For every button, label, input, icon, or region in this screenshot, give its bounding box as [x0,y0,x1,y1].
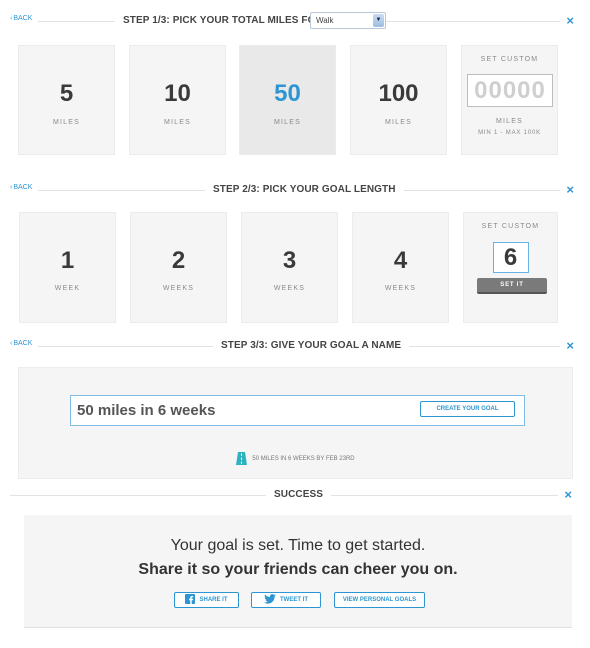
length-option-2[interactable]: 2 WEEKS [130,212,227,323]
miles-option-5[interactable]: 5 MILES [18,45,115,155]
view-personal-goals-button[interactable]: VIEW PERSONAL GOALS [334,592,425,608]
custom-range-hint: MIN 1 - MAX 100K [478,130,541,136]
option-value: 1 [60,247,75,274]
length-option-4[interactable]: 4 WEEKS [352,212,449,323]
custom-unit: MILES [495,118,523,125]
custom-miles-card: SET CUSTOM 00000 MILES MIN 1 - MAX 100K [461,45,558,155]
option-value: 3 [282,247,297,274]
close-icon[interactable]: × [560,12,574,30]
custom-label: SET CUSTOM [480,56,539,63]
chevron-left-icon: ‹ [10,184,13,191]
option-value: 4 [393,247,408,274]
step2-header: ‹BACK STEP 2/3: PICK YOUR GOAL LENGTH × [10,181,574,199]
success-title: SUCCESS [266,487,332,503]
success-message: Your goal is set. Time to get started. [170,537,426,554]
back-button[interactable]: ‹BACK [10,15,39,22]
custom-length-card: SET CUSTOM 6 SET IT [463,212,558,323]
chevron-left-icon: ‹ [10,340,13,347]
miles-option-100[interactable]: 100 MILES [350,45,447,155]
miles-option-50[interactable]: 50 MILES [239,45,336,155]
step1-title: STEP 1/3: PICK YOUR TOTAL MILES FOR: [115,13,335,29]
success-header: SUCCESS × [10,486,572,504]
back-button[interactable]: ‹BACK [10,184,39,191]
custom-label: SET CUSTOM [481,223,540,230]
option-value: 50 [274,80,301,107]
goal-summary-text: 50 MILES IN 6 WEEKS BY FEB 23RD [252,456,355,463]
success-panel: Your goal is set. Time to get started. S… [24,515,572,628]
custom-weeks-input[interactable]: 6 [493,242,529,273]
share-actions: SHARE IT TWEET IT VIEW PERSONAL GOALS [24,592,572,608]
close-icon[interactable]: × [558,486,572,504]
create-goal-button[interactable]: CREATE YOUR GOAL [420,401,515,417]
goal-summary: 50 MILES IN 6 WEEKS BY FEB 23RD [19,452,572,465]
road-icon [236,452,248,465]
custom-miles-input[interactable]: 00000 [467,74,553,107]
miles-option-10[interactable]: 10 MILES [129,45,226,155]
close-icon[interactable]: × [560,181,574,199]
twitter-icon [264,594,276,605]
option-unit: MILES [273,119,301,126]
option-unit: WEEKS [273,285,306,292]
chevron-left-icon: ‹ [10,15,13,22]
step2-title: STEP 2/3: PICK YOUR GOAL LENGTH [205,182,404,198]
option-unit: MILES [163,119,191,126]
activity-select[interactable]: Walk ▼ [310,12,386,29]
tweet-button[interactable]: TWEET IT [251,592,321,608]
option-unit: WEEK [54,285,81,292]
activity-select-value: Walk [316,16,334,25]
share-facebook-button[interactable]: SHARE IT [174,592,239,608]
chevron-down-icon: ▼ [373,14,384,27]
option-unit: MILES [52,119,80,126]
step3-header: ‹BACK STEP 3/3: GIVE YOUR GOAL A NAME × [10,337,574,355]
close-icon[interactable]: × [560,337,574,355]
length-option-3[interactable]: 3 WEEKS [241,212,338,323]
share-prompt: Share it so your friends can cheer you o… [138,561,458,578]
option-value: 2 [171,247,186,274]
back-button[interactable]: ‹BACK [10,340,39,347]
step3-title: STEP 3/3: GIVE YOUR GOAL A NAME [213,338,410,354]
length-option-1[interactable]: 1 WEEK [19,212,116,323]
set-it-button[interactable]: SET IT [477,278,547,294]
step1-header: ‹BACK STEP 1/3: PICK YOUR TOTAL MILES FO… [10,12,574,30]
option-unit: WEEKS [384,285,417,292]
facebook-icon [185,594,196,605]
option-value: 100 [378,80,419,107]
option-unit: MILES [384,119,412,126]
option-value: 10 [164,80,191,107]
goal-name-panel: 50 miles in 6 weeks CREATE YOUR GOAL 50 … [18,367,573,479]
option-value: 5 [59,80,74,107]
option-unit: WEEKS [162,285,195,292]
